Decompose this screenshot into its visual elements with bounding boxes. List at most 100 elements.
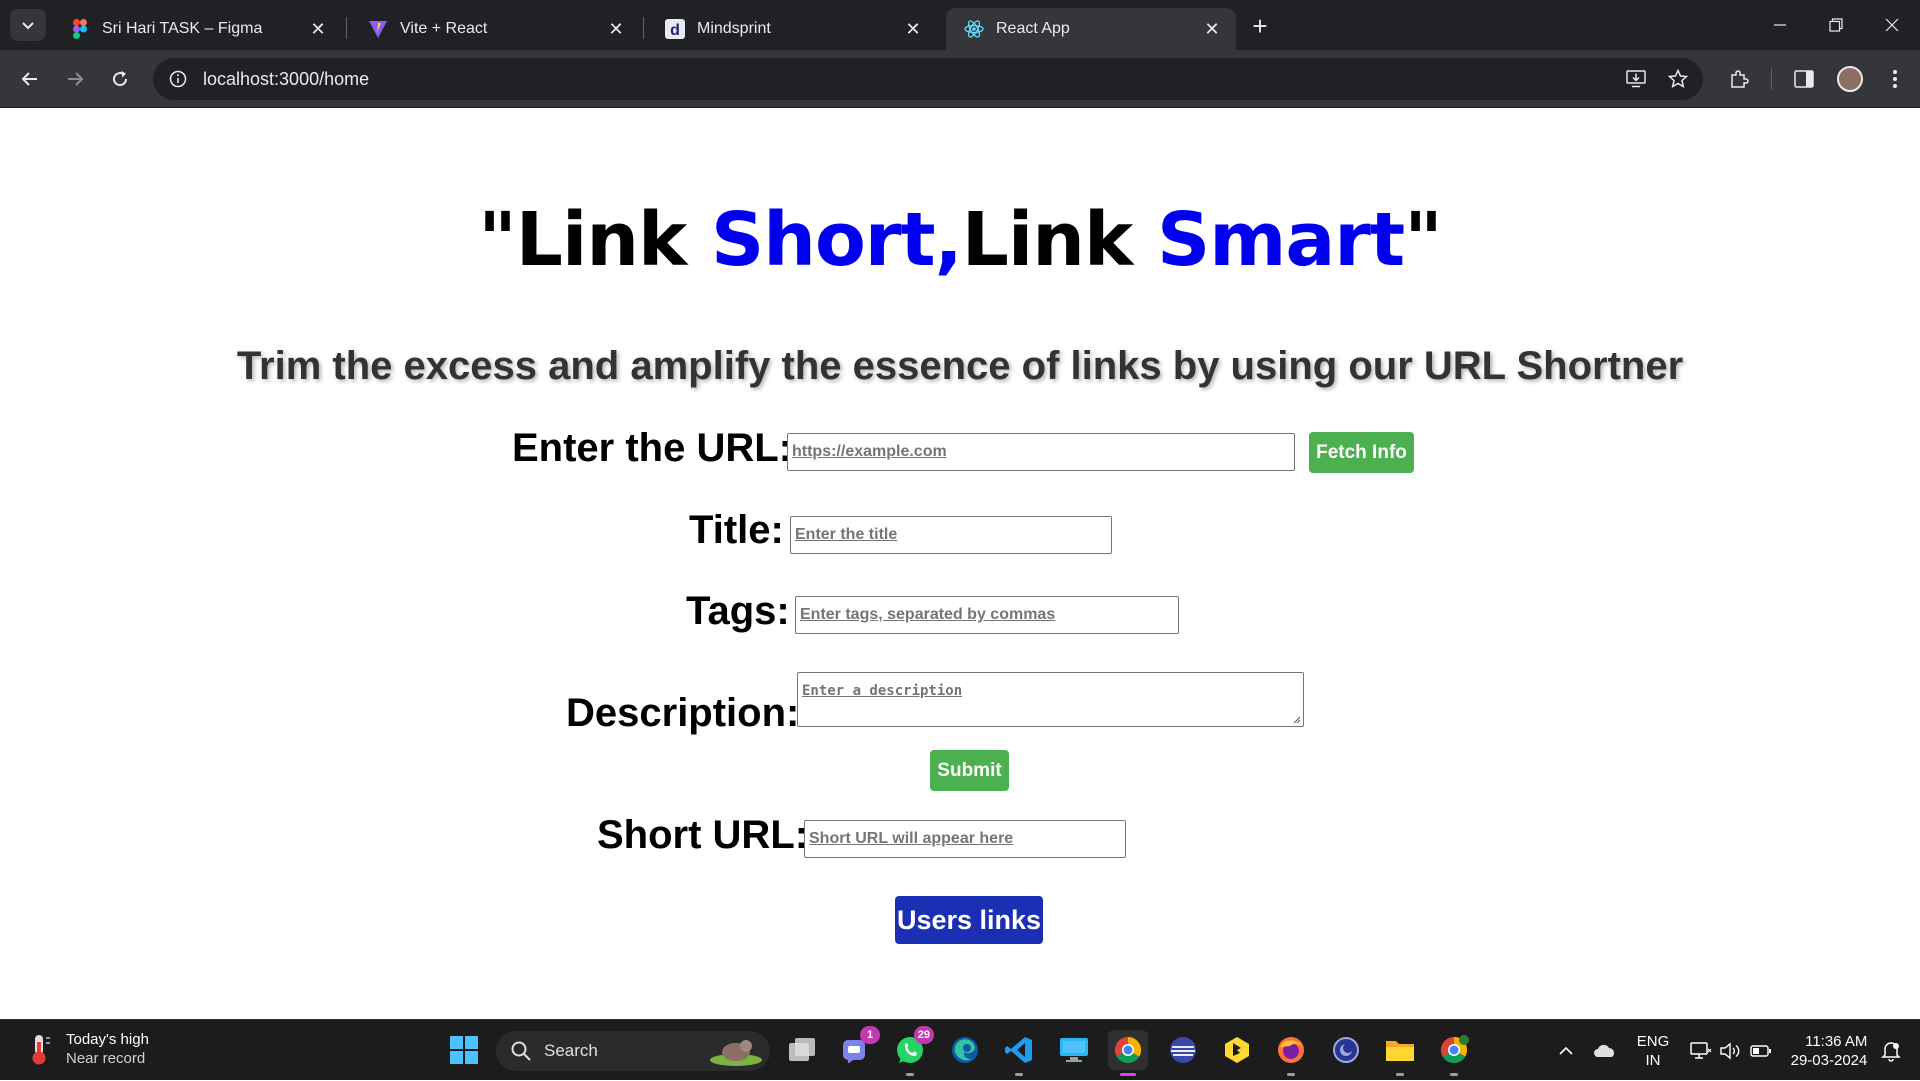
- minimize-button[interactable]: [1752, 0, 1808, 50]
- title-input[interactable]: [795, 517, 1107, 553]
- svg-text:d: d: [670, 22, 680, 39]
- taskbar-search[interactable]: Search: [496, 1031, 770, 1071]
- onedrive-button[interactable]: [1590, 1020, 1620, 1081]
- eclipse-icon: [1333, 1037, 1359, 1063]
- address-bar[interactable]: localhost:3000/home: [153, 58, 1703, 100]
- site-info-icon[interactable]: [167, 68, 189, 90]
- close-tab-icon[interactable]: ✕: [604, 17, 628, 41]
- notification-badge: 1: [860, 1026, 880, 1044]
- bell-icon: [1881, 1041, 1901, 1062]
- extensions-button[interactable]: [1722, 62, 1756, 96]
- running-indicator: [1450, 1073, 1458, 1076]
- fetch-info-button[interactable]: Fetch Info: [1309, 432, 1414, 473]
- teams-chat-button[interactable]: 1: [836, 1026, 880, 1070]
- search-icon: [511, 1041, 531, 1061]
- close-tab-icon[interactable]: ✕: [901, 17, 925, 41]
- weather-subtitle: Near record: [66, 1050, 146, 1067]
- side-panel-button[interactable]: [1787, 62, 1821, 96]
- url-input[interactable]: [792, 434, 1290, 470]
- close-tab-icon[interactable]: ✕: [1200, 17, 1224, 41]
- notification-badge: 29: [913, 1026, 934, 1044]
- puzzle-icon: [1731, 70, 1749, 88]
- running-indicator: [1396, 1073, 1404, 1076]
- app-button-striped[interactable]: [1163, 1030, 1203, 1070]
- chrome-button[interactable]: [1108, 1030, 1148, 1076]
- page-content: "Link Short,Link Smart" Trim the excess …: [0, 109, 1920, 1019]
- bookmark-star-icon[interactable]: [1661, 58, 1695, 100]
- toolbar-separator: [1771, 68, 1772, 90]
- description-textarea[interactable]: [802, 683, 1299, 726]
- profile-button[interactable]: [1833, 62, 1867, 96]
- tags-input[interactable]: [800, 597, 1174, 633]
- figma-icon: [70, 19, 90, 39]
- folder-icon: [1386, 1041, 1414, 1061]
- network-icon: [1690, 1041, 1712, 1059]
- battery-button[interactable]: [1746, 1020, 1776, 1081]
- install-app-icon[interactable]: [1619, 58, 1653, 100]
- reload-button[interactable]: [103, 62, 137, 96]
- tab-separator: [346, 17, 347, 39]
- back-button[interactable]: [13, 62, 47, 96]
- bing-hexagon-icon: [1225, 1037, 1249, 1063]
- url-field[interactable]: [787, 433, 1295, 471]
- task-view-button[interactable]: [782, 1030, 822, 1070]
- whatsapp-button[interactable]: 29: [890, 1026, 934, 1076]
- language-indicator[interactable]: ENG IN: [1628, 1020, 1678, 1081]
- notifications-button[interactable]: [1876, 1020, 1906, 1081]
- chevron-down-icon: [22, 22, 34, 30]
- users-links-button[interactable]: Users links: [895, 896, 1043, 944]
- forward-button[interactable]: [58, 62, 92, 96]
- close-window-button[interactable]: [1864, 0, 1920, 50]
- title-field[interactable]: [790, 516, 1112, 554]
- remote-desktop-button[interactable]: [1054, 1030, 1094, 1070]
- address-url: localhost:3000/home: [203, 68, 370, 89]
- tab-figma[interactable]: Sri Hari TASK – Figma ✕: [52, 8, 342, 50]
- tab-title: Mindsprint: [697, 20, 771, 37]
- browser-menu-button[interactable]: [1878, 62, 1912, 96]
- restore-button[interactable]: [1808, 0, 1864, 50]
- arrow-left-icon: [21, 72, 37, 86]
- monitor-icon: [1060, 1038, 1088, 1062]
- headline-part: "Link: [478, 197, 711, 283]
- tab-react-app[interactable]: React App ✕: [946, 8, 1236, 50]
- headline-part: ": [1404, 197, 1443, 283]
- volume-button[interactable]: [1716, 1020, 1746, 1081]
- tab-mindsprint[interactable]: d Mindsprint ✕: [647, 8, 937, 50]
- clock[interactable]: 11:36 AM 29-03-2024: [1784, 1020, 1874, 1081]
- task-view-icon: [789, 1038, 815, 1061]
- short-url-field[interactable]: [804, 820, 1126, 858]
- headline-highlight: Smart: [1156, 197, 1405, 283]
- tags-field[interactable]: [795, 596, 1179, 634]
- network-button[interactable]: [1686, 1020, 1716, 1081]
- edge-button[interactable]: [945, 1030, 985, 1070]
- title-label: Title:: [689, 508, 784, 552]
- chrome-profile-button[interactable]: [1434, 1030, 1474, 1076]
- tab-search-button[interactable]: [10, 9, 46, 41]
- app-button-yellow[interactable]: [1217, 1030, 1257, 1070]
- running-indicator: [1120, 1073, 1136, 1076]
- description-field[interactable]: [797, 672, 1304, 727]
- striped-globe-icon: [1170, 1037, 1196, 1063]
- close-tab-icon[interactable]: ✕: [306, 17, 330, 41]
- firefox-button[interactable]: [1271, 1030, 1311, 1076]
- weather-widget[interactable]: Today's high Near record: [24, 1030, 149, 1068]
- chevron-up-icon: [1559, 1046, 1573, 1055]
- windows-taskbar: Today's high Near record Search 1 29 ENG…: [0, 1019, 1920, 1080]
- tab-vite[interactable]: Vite + React ✕: [350, 8, 640, 50]
- language-code: ENG: [1636, 1032, 1670, 1050]
- resize-grip-icon[interactable]: [1291, 714, 1301, 724]
- url-label: Enter the URL:: [512, 426, 792, 470]
- app-button-circle[interactable]: [1326, 1030, 1366, 1070]
- close-icon: [1885, 18, 1899, 32]
- file-explorer-button[interactable]: [1380, 1030, 1420, 1076]
- tab-separator: [643, 17, 644, 39]
- short-url-input[interactable]: [809, 821, 1121, 857]
- search-highlight-icon: [710, 1040, 762, 1066]
- start-button[interactable]: [444, 1030, 484, 1070]
- tab-title: Sri Hari TASK – Figma: [102, 20, 263, 37]
- show-hidden-icons-button[interactable]: [1552, 1020, 1580, 1081]
- new-tab-button[interactable]: +: [1245, 11, 1275, 41]
- chrome-icon: [1114, 1036, 1142, 1064]
- vscode-button[interactable]: [999, 1030, 1039, 1076]
- submit-button[interactable]: Submit: [930, 750, 1009, 791]
